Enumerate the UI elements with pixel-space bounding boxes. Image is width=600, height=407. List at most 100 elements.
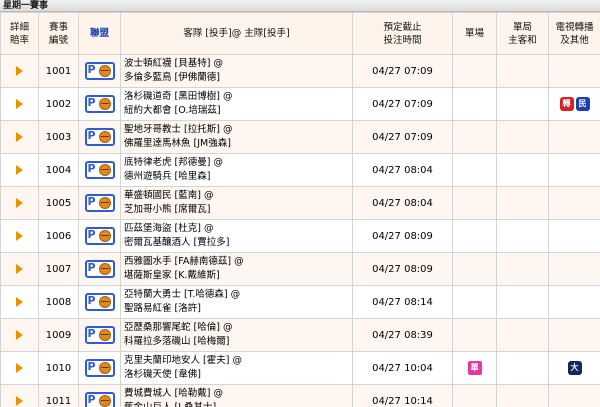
details-cell[interactable]	[0, 384, 39, 407]
matchup-cell: 費城費城人 [哈勒戴] @ 舊金山巨人 [J.桑其士]	[120, 384, 353, 407]
away-team-line: 華盛頓國民 [藍南] @	[124, 189, 352, 203]
expand-arrow-icon[interactable]	[16, 197, 23, 208]
header-league[interactable]: 聯盟	[78, 12, 121, 55]
expand-arrow-icon[interactable]	[16, 329, 23, 340]
away-team: 聖地牙哥教士 [拉托斯]	[124, 124, 220, 135]
home-team: 堪薩斯皇家 [K.戴維斯]	[124, 270, 220, 281]
header-game-no: 賽事 編號	[38, 12, 79, 55]
league-cell: P	[78, 285, 121, 319]
single-cell	[452, 153, 497, 187]
single-home-away-cell	[496, 87, 549, 121]
single-cell: 單	[452, 351, 497, 385]
expand-arrow-icon[interactable]	[16, 131, 23, 142]
tv-cell	[548, 153, 600, 187]
home-team: 密爾瓦基釀酒人 [賈拉多]	[124, 237, 230, 248]
home-team: 舊金山巨人 [J.桑其士]	[124, 401, 352, 407]
single-home-away-cell	[496, 120, 549, 154]
tv-cell	[548, 252, 600, 286]
away-team-line: 匹茲堡海盜 [杜克] @	[124, 222, 352, 236]
matchup-cell: 底特律老虎 [邦德曼] @ 德州遊騎兵 [哈里森]	[120, 153, 353, 187]
details-cell[interactable]	[0, 153, 39, 187]
header-single: 單場	[452, 12, 497, 55]
expand-arrow-icon[interactable]	[16, 362, 23, 373]
table-row: 1004 P 底特律老虎 [邦德曼] @ 德州遊騎兵 [哈里森] 04/27 0…	[0, 153, 600, 187]
away-team-line: 亞特蘭大勇士 [T.哈德森] @	[124, 288, 352, 302]
home-team: 聖路易紅雀 [洛許]	[124, 303, 201, 314]
details-cell[interactable]	[0, 318, 39, 352]
header-single-home-away: 單局 主客和	[496, 12, 549, 55]
details-cell[interactable]	[0, 219, 39, 253]
header-cutoff: 預定截止 投注時間	[352, 12, 453, 55]
away-team-line: 亞歷桑那響尾蛇 [哈倫] @	[124, 321, 352, 335]
single-home-away-cell	[496, 252, 549, 286]
tv-channel-badge: 民	[575, 97, 590, 111]
matchup-cell: 聖地牙哥教士 [拉托斯] @ 佛羅里達馬林魚 [JM強森]	[120, 120, 353, 154]
away-team: 亞特蘭大勇士 [T.哈德森]	[124, 289, 228, 300]
matchup-cell: 華盛頓國民 [藍南] @ 芝加哥小熊 [席爾瓦]	[120, 186, 353, 220]
single-cell	[452, 252, 497, 286]
cutoff-time: 04/27 08:09	[352, 252, 453, 286]
at-symbol: @	[213, 157, 223, 168]
single-home-away-cell	[496, 54, 549, 88]
details-cell[interactable]	[0, 351, 39, 385]
tv-channel-badge: 大	[567, 361, 582, 375]
matchup-cell: 亞特蘭大勇士 [T.哈德森] @ 聖路易紅雀 [洛許]	[120, 285, 353, 319]
at-symbol: @	[213, 388, 223, 399]
game-number: 1003	[38, 120, 79, 154]
expand-arrow-icon[interactable]	[16, 230, 23, 241]
details-cell[interactable]	[0, 285, 39, 319]
details-cell[interactable]	[0, 120, 39, 154]
game-number: 1002	[38, 87, 79, 121]
baseball-league-icon: P	[84, 194, 115, 212]
expand-arrow-icon[interactable]	[16, 296, 23, 307]
baseball-league-icon: P	[84, 128, 115, 146]
cutoff-time: 04/27 07:09	[352, 54, 453, 88]
away-team-line: 克里夫蘭印地安人 [霍夫] @	[124, 354, 352, 368]
header-details: 詳細 賠率	[0, 12, 39, 55]
tv-cell	[548, 120, 600, 154]
details-cell[interactable]	[0, 87, 39, 121]
single-cell	[452, 186, 497, 220]
baseball-league-icon: P	[84, 161, 115, 179]
details-cell[interactable]	[0, 186, 39, 220]
game-number: 1010	[38, 351, 79, 385]
tv-cell	[548, 285, 600, 319]
tv-channel-badge: 轉	[559, 97, 574, 111]
game-number: 1007	[38, 252, 79, 286]
baseball-league-icon: P	[84, 95, 115, 113]
page-title: 星期一賽事	[0, 0, 600, 12]
tv-cell	[548, 54, 600, 88]
game-number: 1004	[38, 153, 79, 187]
away-team-line: 費城費城人 [哈勒戴] @	[124, 387, 352, 401]
at-symbol: @	[213, 58, 223, 69]
game-number: 1008	[38, 285, 79, 319]
away-team: 底特律老虎 [邦德曼]	[124, 157, 211, 168]
single-cell	[452, 54, 497, 88]
baseball-league-icon: P	[84, 359, 115, 377]
baseball-league-icon: P	[84, 260, 115, 278]
expand-arrow-icon[interactable]	[16, 65, 23, 76]
cutoff-time: 04/27 08:09	[352, 219, 453, 253]
cutoff-time: 04/27 08:04	[352, 153, 453, 187]
expand-arrow-icon[interactable]	[16, 263, 23, 274]
away-team-line: 聖地牙哥教士 [拉托斯] @	[124, 123, 352, 137]
away-team: 費城費城人 [哈勒戴]	[124, 388, 211, 399]
table-row: 1001 P 波士頓紅襪 [貝基特] @ 多倫多藍鳥 [伊佛蘭德] 04/27 …	[0, 54, 600, 88]
at-symbol: @	[232, 355, 242, 366]
home-team: 紐約大都會 [O.培瑞茲]	[124, 105, 221, 116]
baseball-league-icon: P	[84, 227, 115, 245]
table-row: 1002 P 洛杉磯道奇 [黑田博樹] @ 紐約大都會 [O.培瑞茲] 04/2…	[0, 87, 600, 121]
at-symbol: @	[222, 91, 233, 102]
league-cell: P	[78, 186, 121, 220]
single-home-away-cell	[496, 186, 549, 220]
expand-arrow-icon[interactable]	[16, 164, 23, 175]
expand-arrow-icon[interactable]	[16, 395, 23, 406]
details-cell[interactable]	[0, 252, 39, 286]
away-team: 克里夫蘭印地安人 [霍夫]	[124, 355, 230, 366]
matchup-cell: 亞歷桑那響尾蛇 [哈倫] @ 科羅拉多落磯山 [哈梅爾]	[120, 318, 353, 352]
matchup-cell: 克里夫蘭印地安人 [霍夫] @ 洛杉磯天使 [韋佛]	[120, 351, 353, 385]
at-symbol: @	[203, 223, 214, 234]
expand-arrow-icon[interactable]	[16, 98, 23, 109]
baseball-league-icon: P	[84, 326, 115, 344]
details-cell[interactable]	[0, 54, 39, 88]
